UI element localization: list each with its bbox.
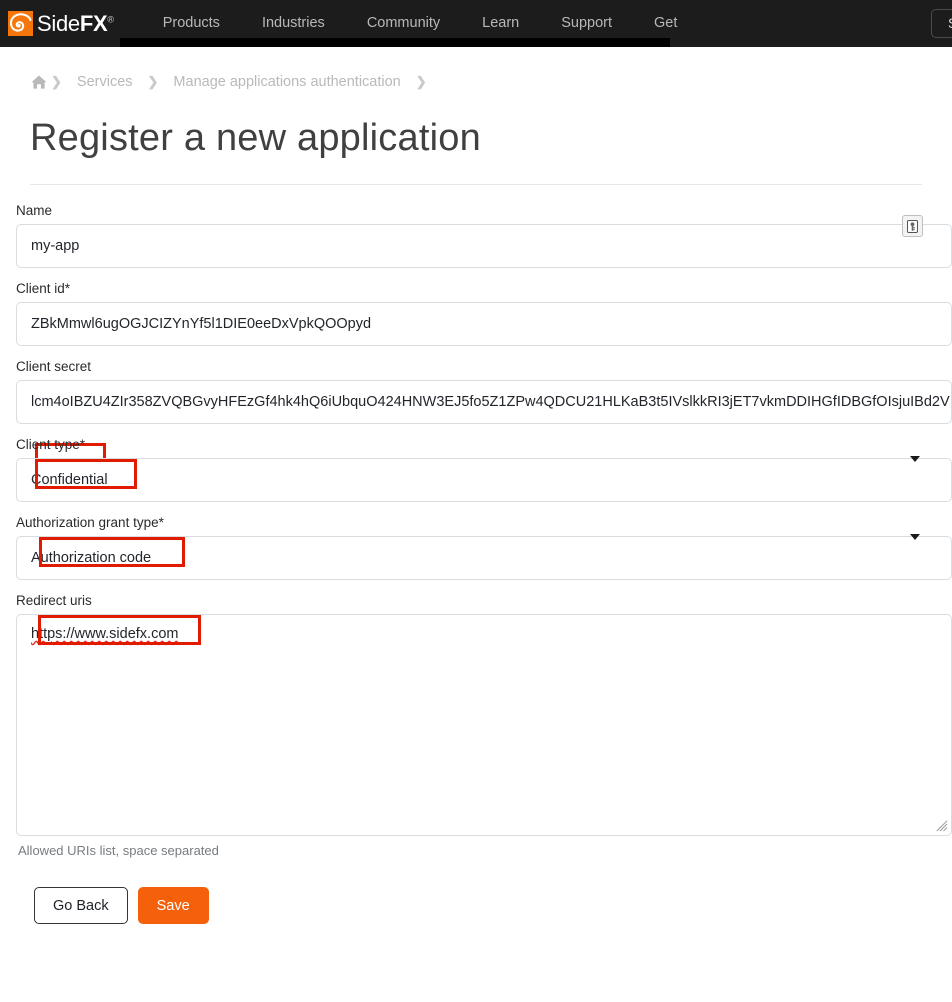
form-actions: Go Back Save	[34, 887, 936, 924]
redirect-uris-value: https://www.sidefx.com	[31, 626, 178, 642]
brand-trademark: ®	[107, 14, 113, 24]
breadcrumb-separator-3: ❯	[416, 74, 427, 90]
client-type-value: Confidential	[31, 472, 108, 488]
label-name: Name	[16, 203, 936, 218]
name-input[interactable]: my-app	[16, 224, 952, 268]
sidefx-spiral-logo-icon	[8, 11, 33, 36]
brand-name-bold: FX	[80, 11, 108, 36]
sidefx-logo-link[interactable]: SideFX®	[8, 0, 114, 47]
go-back-button[interactable]: Go Back	[34, 887, 128, 924]
home-icon[interactable]	[30, 74, 48, 90]
chevron-down-icon-grant-type[interactable]	[910, 534, 920, 540]
navbar-right-actions: S	[931, 9, 952, 38]
field-client-type: Client type* Confidential	[16, 437, 936, 502]
label-redirect-uris: Redirect uris	[16, 593, 936, 608]
client-id-value: ZBkMmwl6ugOGJCIZYnYf5l1DIE0eeDxVpkQOOpyd	[31, 316, 371, 332]
redirect-uris-helper-text: Allowed URIs list, space separated	[18, 843, 936, 858]
brand-wordmark: SideFX®	[37, 13, 114, 35]
field-redirect-uris: Redirect uris https://www.sidefx.com All…	[16, 593, 936, 858]
navbar-active-underlay	[120, 38, 670, 47]
field-client-id: Client id* ZBkMmwl6ugOGJCIZYnYf5l1DIE0ee…	[16, 281, 936, 346]
label-client-type: Client type*	[16, 437, 936, 452]
register-application-form: Name my-app Client id* ZBkMmwl6ugOGJCIZY…	[16, 185, 936, 924]
breadcrumb-item-services[interactable]: Services	[77, 74, 133, 90]
field-grant-type: Authorization grant type* Authorization …	[16, 515, 936, 580]
brand-name-light: Side	[37, 11, 80, 36]
breadcrumb-item-manage-applications-authentication[interactable]: Manage applications authentication	[173, 74, 400, 90]
page-body: Register a new application Name my-app	[0, 117, 952, 924]
page-title: Register a new application	[30, 117, 936, 160]
breadcrumb-separator-1: ❯	[51, 74, 62, 90]
top-navbar: SideFX® Products Industries Community Le…	[0, 0, 952, 47]
field-client-secret: Client secret lcm4oIBZU4ZIr358ZVQBGvyHFE…	[16, 359, 936, 424]
grant-type-select[interactable]: Authorization code	[16, 536, 952, 580]
field-name: Name my-app	[16, 203, 936, 268]
client-secret-value: lcm4oIBZU4ZIr358ZVQBGvyHFEzGf4hk4hQ6iUbq…	[31, 394, 950, 410]
label-client-secret: Client secret	[16, 359, 936, 374]
client-type-select[interactable]: Confidential	[16, 458, 952, 502]
client-secret-input[interactable]: lcm4oIBZU4ZIr358ZVQBGvyHFEzGf4hk4hQ6iUbq…	[16, 380, 952, 424]
resize-handle-icon[interactable]	[936, 820, 948, 832]
label-grant-type: Authorization grant type*	[16, 515, 936, 530]
name-input-value: my-app	[31, 238, 79, 254]
redirect-uris-textarea[interactable]: https://www.sidefx.com	[16, 614, 952, 836]
client-id-input[interactable]: ZBkMmwl6ugOGJCIZYnYf5l1DIE0eeDxVpkQOOpyd	[16, 302, 952, 346]
signin-button[interactable]: S	[931, 9, 952, 38]
grant-type-value: Authorization code	[31, 550, 151, 566]
save-button[interactable]: Save	[138, 887, 209, 924]
password-manager-icon[interactable]	[902, 215, 923, 237]
breadcrumb: ❯ Services ❯ Manage applications authent…	[0, 47, 952, 99]
chevron-down-icon-client-type[interactable]	[910, 456, 920, 462]
label-client-id: Client id*	[16, 281, 936, 296]
breadcrumb-separator-2: ❯	[148, 74, 159, 90]
